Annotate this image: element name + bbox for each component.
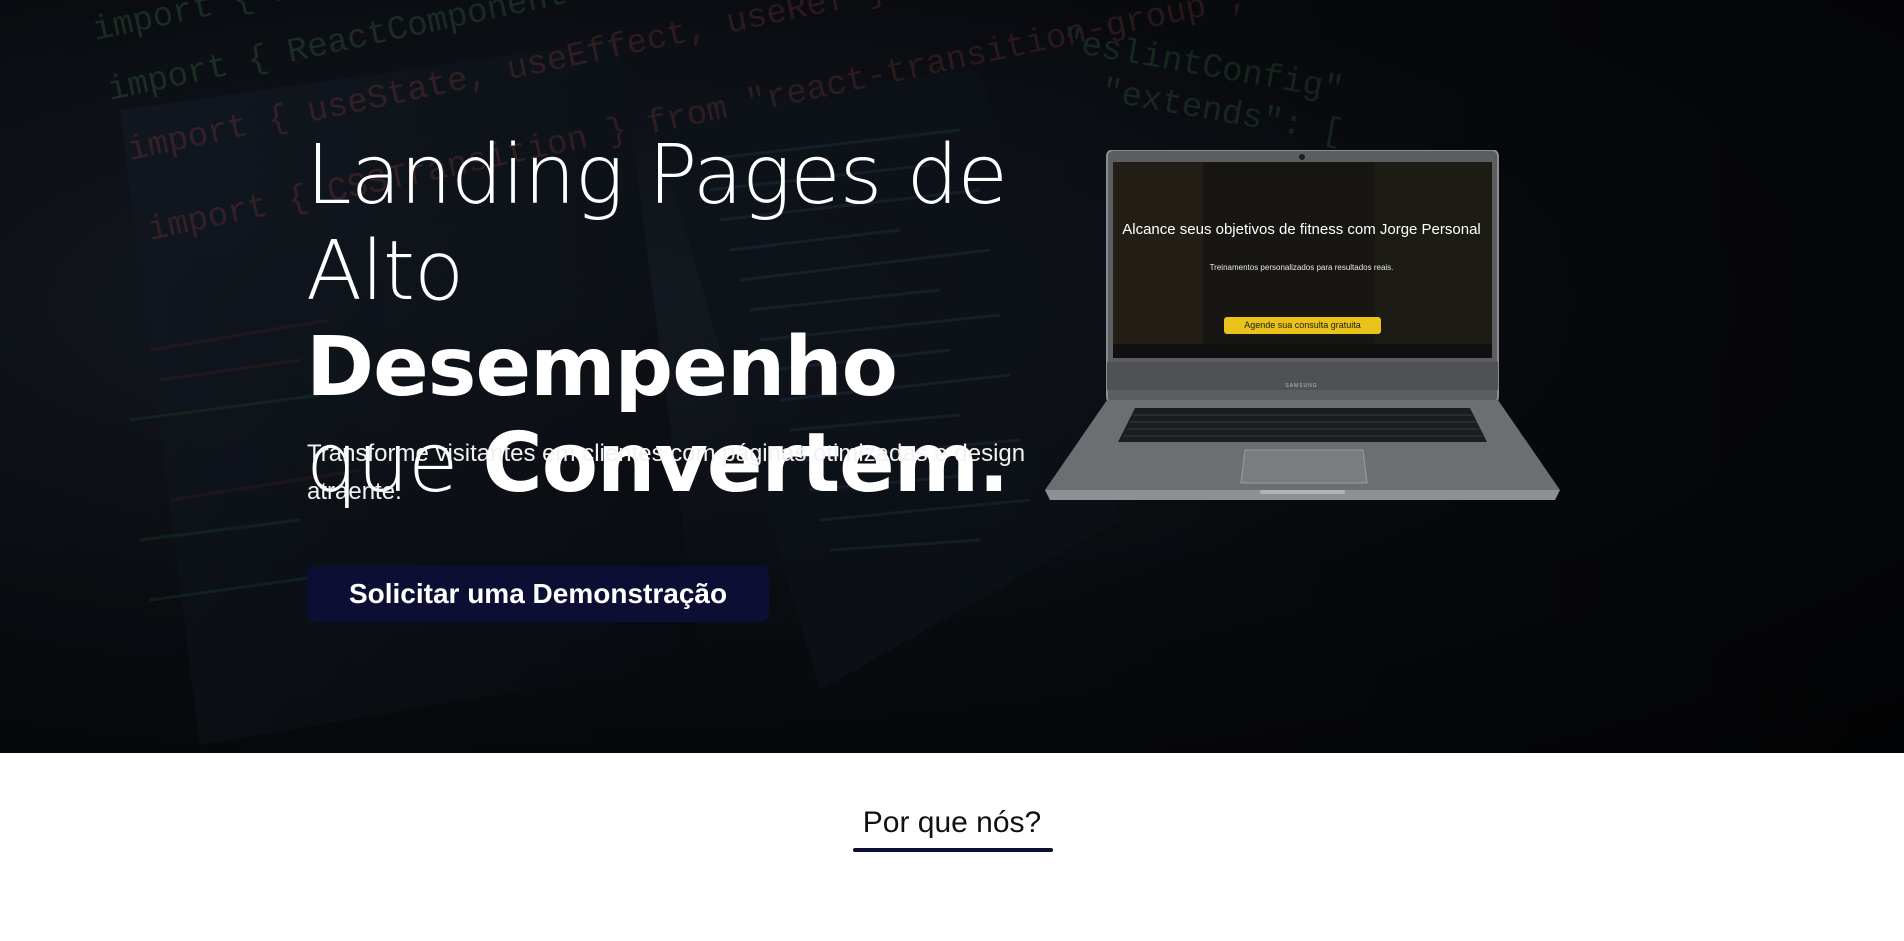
request-demo-button[interactable]: Solicitar uma Demonstração bbox=[307, 566, 769, 622]
laptop-screen-button: Agende sua consulta gratuita bbox=[1224, 317, 1381, 334]
why-us-title-underline bbox=[853, 848, 1053, 852]
laptop-brand-label: SAMSUNG bbox=[1285, 383, 1318, 389]
hero-subtitle: Transforme visitantes em clientes com pá… bbox=[307, 440, 1026, 505]
laptop-screen-content: Alcance seus objetivos de fitness com Jo… bbox=[1113, 164, 1490, 354]
headline-line-1: Landing Pages de bbox=[306, 128, 1008, 223]
headline-line-2-light: Alto bbox=[306, 224, 464, 319]
laptop-screen-title: Alcance seus objetivos de fitness com Jo… bbox=[1122, 221, 1481, 238]
headline-line-2-bold: Desempenho bbox=[306, 320, 898, 415]
hero-section: import { ReactComponent as BoltIcon } fr… bbox=[0, 0, 1904, 753]
laptop-screen-subtitle: Treinamentos personalizados para resulta… bbox=[1209, 263, 1394, 272]
why-us-title: Por que nós? bbox=[862, 806, 1042, 839]
